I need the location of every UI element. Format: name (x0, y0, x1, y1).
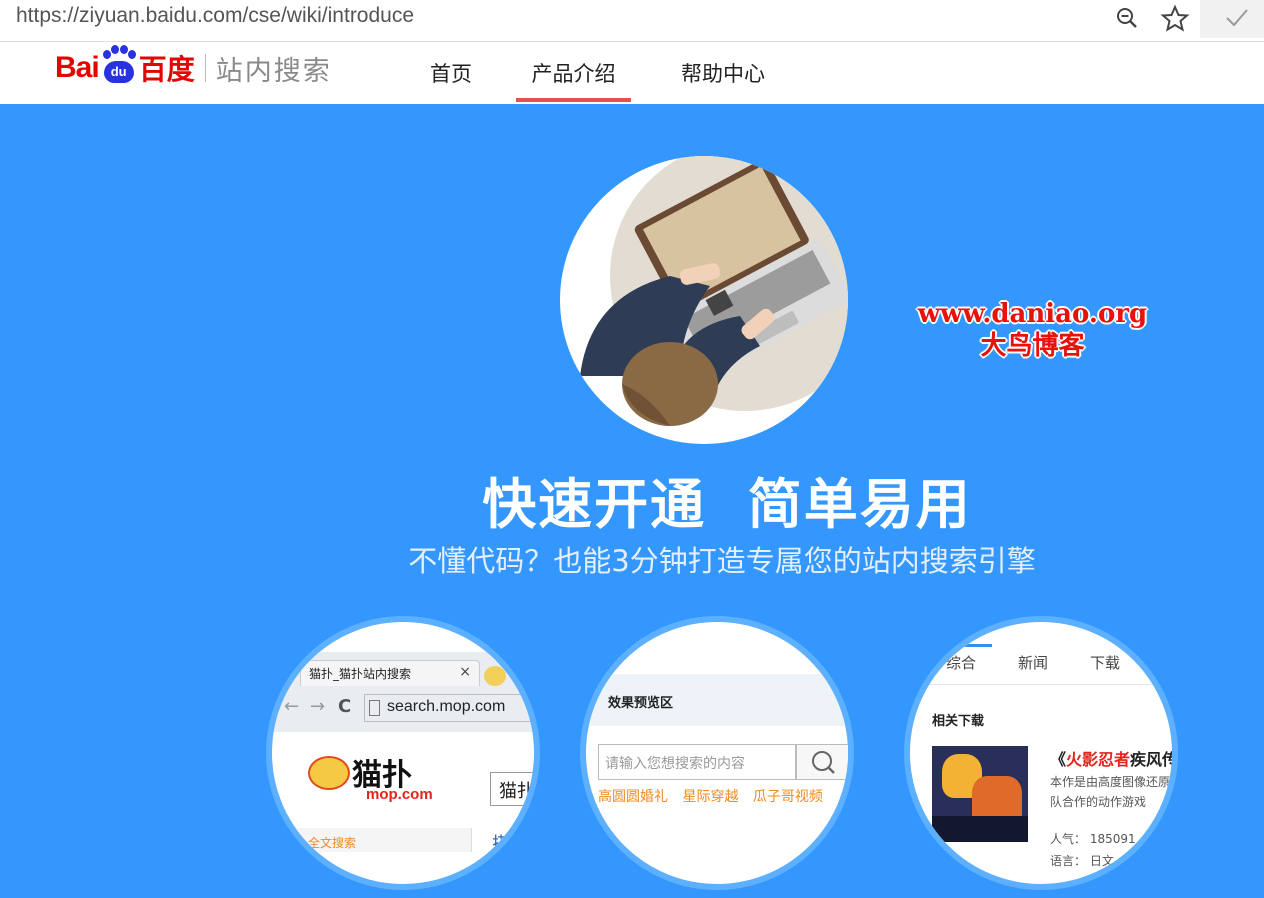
watermark-name: 大鸟博客 (980, 331, 1085, 361)
zoom-icon[interactable] (1112, 4, 1142, 34)
mop-logo-domain: mop.com (366, 786, 433, 803)
feature-circle-results: 综合 新闻 下载 相关下载 《火影忍者疾风传 本作是由高度图像还原团队合作的动作… (904, 616, 1178, 890)
baidu-logo[interactable]: Bai du 百度 站内搜索 (55, 45, 332, 88)
mock-browser-tab: 猫扑_猫扑站内搜索 × (300, 660, 480, 686)
nav-product-intro[interactable]: 产品介绍 (516, 42, 631, 104)
reload-icon: C (338, 696, 352, 717)
watermark-url: www.daniao.org (917, 299, 1148, 329)
game-meta: 人气： 185091 语言： 日文 (1050, 828, 1136, 872)
tab-indicator (946, 644, 992, 647)
feature-circle-mop: 猫扑_猫扑站内搜索 × ← → C search.mop.com 猫扑 mop.… (266, 616, 540, 890)
logo-text-baidu-cn: 百度 (138, 53, 195, 86)
logo-subtitle: 站内搜索 (215, 55, 332, 87)
cat-icon (484, 666, 506, 686)
game-title: 《火影忍者疾风传 (1050, 746, 1178, 770)
tab-all: 综合 (946, 654, 977, 672)
mop-mascot-icon (308, 756, 350, 790)
close-icon: × (459, 664, 471, 680)
game-title-highlight: 火影忍者 (1066, 750, 1131, 769)
page-icon (369, 700, 380, 716)
preview-search-button (796, 744, 848, 780)
search-icon (812, 751, 835, 774)
hero-subline: 不懂代码？也能3分钟打造专属您的站内搜索引擎 (408, 544, 1036, 578)
game-language: 语言： 日文 (1050, 854, 1114, 868)
hot-link: 瓜子哥视频 (752, 789, 823, 805)
game-poster-image (932, 746, 1028, 842)
paw-icon: du (101, 45, 137, 85)
hero-headline: 快速开通 简单易用 (482, 473, 972, 536)
extension-area (1200, 0, 1264, 38)
nav-home[interactable]: 首页 (410, 42, 492, 104)
game-title-prefix: 《 (1050, 750, 1067, 769)
star-icon[interactable] (1160, 4, 1190, 34)
site-header: Bai du 百度 站内搜索 首页 产品介绍 帮助中心 (0, 42, 1264, 104)
mop-right-char: 搭 (492, 834, 510, 855)
watermark: www.daniao.org 大鸟博客 (905, 298, 1160, 362)
browser-toolbar: https://ziyuan.baidu.com/cse/wiki/introd… (0, 0, 1264, 42)
game-popularity: 人气： 185091 (1050, 832, 1136, 846)
forward-icon: → (310, 696, 326, 717)
laptop-user-illustration (560, 156, 848, 444)
tab-download: 下载 (1090, 654, 1121, 672)
mop-fulltext-link: 全文搜索 (308, 836, 357, 850)
related-downloads-heading: 相关下载 (932, 714, 985, 729)
game-description: 本作是由高度图像还原团队合作的动作游戏 (1050, 775, 1178, 809)
hero-section: www.daniao.org 大鸟博客 快速开通 简单易用 不懂代码？也能3分钟… (0, 104, 1264, 898)
preview-area-title: 效果预览区 (586, 674, 848, 726)
check-icon[interactable] (1224, 6, 1250, 30)
tabs-divider (910, 684, 1172, 685)
hot-link: 高圆圆婚礼 (598, 789, 668, 805)
logo-text-du: du (103, 61, 134, 83)
feature-circle-preview: 效果预览区 请输入您想搜索的内容 高圆圆婚礼 星际穿越 瓜子哥视频 (580, 616, 854, 890)
hot-link: 星际穿越 (682, 789, 739, 805)
mock-address-bar: search.mop.com (364, 694, 534, 722)
back-icon: ← (284, 696, 300, 717)
game-title-rest: 疾风传 (1130, 750, 1178, 769)
logo-text-bai: Bai (55, 51, 100, 84)
nav-help-center[interactable]: 帮助中心 (668, 42, 778, 104)
tab-news: 新闻 (1018, 654, 1049, 672)
logo-divider (204, 54, 206, 82)
mop-left-panel (272, 828, 472, 852)
preview-hot-links: 高圆圆婚礼 星际穿越 瓜子哥视频 (598, 786, 823, 806)
mop-search-input: 猫扑 (490, 772, 534, 806)
mock-tab-title: 猫扑_猫扑站内搜索 (309, 667, 412, 681)
preview-search-input: 请输入您想搜索的内容 (598, 744, 796, 780)
result-tabs: 综合 新闻 下载 (946, 652, 1172, 673)
address-bar[interactable]: https://ziyuan.baidu.com/cse/wiki/introd… (16, 4, 414, 28)
